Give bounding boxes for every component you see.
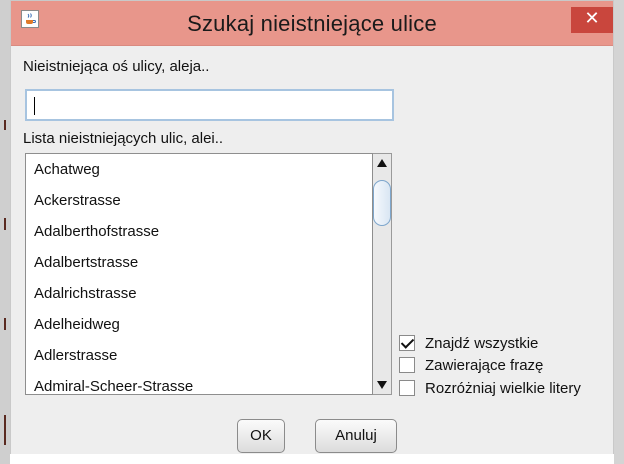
list-item[interactable]: Ackerstrasse: [26, 185, 372, 216]
search-dialog: Szukaj nieistniejące ulice ✕ Nieistnieją…: [10, 0, 614, 454]
list-scrollbar[interactable]: [373, 153, 392, 395]
option-contains-phrase[interactable]: Zawierające frazę: [399, 355, 543, 375]
scroll-down-arrow-icon[interactable]: [373, 376, 391, 394]
dialog-content: Nieistniejąca oś ulicy, aleja.. Lista ni…: [11, 46, 613, 454]
find-all-checkbox[interactable]: [399, 335, 415, 351]
scrollbar-thumb[interactable]: [373, 180, 391, 226]
list-item[interactable]: Adalberthofstrasse: [26, 216, 372, 247]
dialog-title: Szukaj nieistniejące ulice: [187, 11, 437, 36]
edge-mark: [4, 415, 6, 445]
edge-mark: [4, 318, 6, 330]
case-sensitive-label: Rozróżniaj wielkie litery: [425, 379, 581, 397]
option-case-sensitive[interactable]: Rozróżniaj wielkie litery: [399, 378, 581, 398]
search-label: Nieistniejąca oś ulicy, aleja..: [23, 58, 210, 75]
street-list[interactable]: Achatweg Ackerstrasse Adalberthofstrasse…: [25, 153, 373, 395]
option-find-all[interactable]: Znajdź wszystkie: [399, 333, 538, 353]
list-item[interactable]: Adalrichstrasse: [26, 278, 372, 309]
list-item[interactable]: Adalbertstrasse: [26, 247, 372, 278]
list-item[interactable]: Adlerstrasse: [26, 340, 372, 371]
ok-button[interactable]: OK: [237, 419, 285, 453]
close-button[interactable]: ✕: [571, 7, 613, 33]
background-window-edge-right: [614, 0, 624, 464]
list-item[interactable]: Achatweg: [26, 154, 372, 185]
list-item[interactable]: Adelheidweg: [26, 309, 372, 340]
case-sensitive-checkbox[interactable]: [399, 380, 415, 396]
text-caret: [34, 97, 35, 115]
search-input[interactable]: [25, 89, 394, 121]
list-item[interactable]: Admiral-Scheer-Strasse: [26, 371, 372, 394]
title-bar[interactable]: Szukaj nieistniejące ulice ✕: [11, 1, 613, 46]
cancel-button[interactable]: Anuluj: [315, 419, 397, 453]
edge-mark: [4, 218, 6, 230]
contains-phrase-label: Zawierające frazę: [425, 356, 544, 374]
contains-phrase-checkbox[interactable]: [399, 357, 415, 373]
list-label: Lista nieistniejących ulic, alei..: [23, 130, 224, 147]
find-all-label: Znajdź wszystkie: [425, 334, 539, 352]
scroll-up-arrow-icon[interactable]: [373, 154, 391, 172]
background-window-edge: [0, 0, 10, 464]
edge-mark: [4, 120, 6, 130]
